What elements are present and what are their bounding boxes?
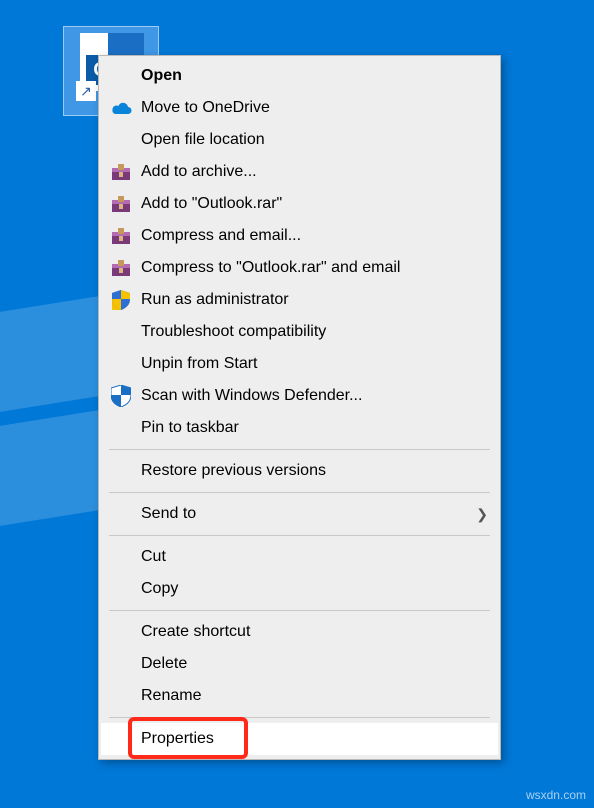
- menu-copy[interactable]: Copy: [101, 573, 498, 605]
- menu-label: Copy: [141, 580, 488, 598]
- menu-run-admin[interactable]: Run as administrator: [101, 284, 498, 316]
- menu-unpin-start[interactable]: Unpin from Start: [101, 348, 498, 380]
- menu-label: Rename: [141, 687, 488, 705]
- menu-label: Send to: [141, 505, 476, 523]
- menu-separator: [109, 717, 490, 718]
- menu-label: Scan with Windows Defender...: [141, 387, 488, 405]
- watermark-text: wsxdn.com: [526, 788, 586, 802]
- menu-troubleshoot[interactable]: Troubleshoot compatibility: [101, 316, 498, 348]
- menu-restore-versions[interactable]: Restore previous versions: [101, 455, 498, 487]
- menu-send-to[interactable]: Send to ❯: [101, 498, 498, 530]
- menu-label: Properties: [141, 730, 488, 748]
- menu-properties[interactable]: Properties: [101, 723, 498, 755]
- menu-label: Delete: [141, 655, 488, 673]
- submenu-arrow-icon: ❯: [476, 506, 488, 523]
- menu-separator: [109, 492, 490, 493]
- menu-label: Troubleshoot compatibility: [141, 323, 488, 341]
- blank-icon: [107, 128, 135, 152]
- menu-label: Run as administrator: [141, 291, 488, 309]
- menu-label: Open: [141, 67, 488, 85]
- blank-icon: [107, 416, 135, 440]
- menu-open-file-location[interactable]: Open file location: [101, 124, 498, 156]
- menu-label: Add to archive...: [141, 163, 488, 181]
- shield-admin-icon: [107, 288, 135, 312]
- menu-label: Move to OneDrive: [141, 99, 488, 117]
- menu-separator: [109, 610, 490, 611]
- menu-open[interactable]: Open: [101, 60, 498, 92]
- menu-separator: [109, 449, 490, 450]
- menu-pin-taskbar[interactable]: Pin to taskbar: [101, 412, 498, 444]
- winrar-icon: [107, 160, 135, 184]
- menu-separator: [109, 535, 490, 536]
- menu-label: Add to "Outlook.rar": [141, 195, 488, 213]
- menu-add-outlook-rar[interactable]: Add to "Outlook.rar": [101, 188, 498, 220]
- blank-icon: [107, 502, 135, 526]
- menu-label: Cut: [141, 548, 488, 566]
- blank-icon: [107, 684, 135, 708]
- menu-label: Restore previous versions: [141, 462, 488, 480]
- winrar-icon: [107, 256, 135, 280]
- menu-rename[interactable]: Rename: [101, 680, 498, 712]
- blank-icon: [107, 577, 135, 601]
- defender-shield-icon: [107, 384, 135, 408]
- blank-icon: [107, 652, 135, 676]
- menu-label: Unpin from Start: [141, 355, 488, 373]
- menu-label: Pin to taskbar: [141, 419, 488, 437]
- blank-icon: [107, 64, 135, 88]
- blank-icon: [107, 352, 135, 376]
- winrar-icon: [107, 192, 135, 216]
- blank-icon: [107, 545, 135, 569]
- menu-label: Compress and email...: [141, 227, 488, 245]
- menu-label: Create shortcut: [141, 623, 488, 641]
- menu-compress-outlook-email[interactable]: Compress to "Outlook.rar" and email: [101, 252, 498, 284]
- menu-compress-email[interactable]: Compress and email...: [101, 220, 498, 252]
- blank-icon: [107, 620, 135, 644]
- menu-create-shortcut[interactable]: Create shortcut: [101, 616, 498, 648]
- menu-cut[interactable]: Cut: [101, 541, 498, 573]
- menu-delete[interactable]: Delete: [101, 648, 498, 680]
- blank-icon: [107, 320, 135, 344]
- blank-icon: [107, 727, 135, 751]
- blank-icon: [107, 459, 135, 483]
- winrar-icon: [107, 224, 135, 248]
- menu-label: Open file location: [141, 131, 488, 149]
- menu-label: Compress to "Outlook.rar" and email: [141, 259, 488, 277]
- menu-add-archive[interactable]: Add to archive...: [101, 156, 498, 188]
- context-menu: Open Move to OneDrive Open file location…: [98, 55, 501, 760]
- onedrive-icon: [107, 96, 135, 120]
- menu-scan-defender[interactable]: Scan with Windows Defender...: [101, 380, 498, 412]
- menu-move-onedrive[interactable]: Move to OneDrive: [101, 92, 498, 124]
